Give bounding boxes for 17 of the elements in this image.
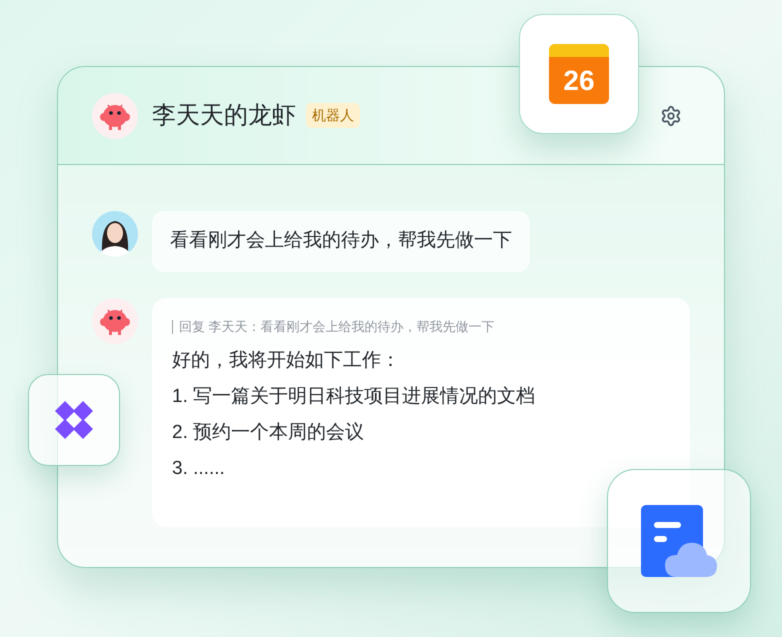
settings-icon[interactable] (660, 104, 682, 126)
message-line: 3. ...... (172, 456, 226, 480)
robot-avatar (92, 92, 138, 138)
calendar-app-tile[interactable]: 26 (519, 14, 639, 134)
calendar-binding (549, 44, 609, 57)
robot-avatar (92, 298, 138, 344)
message-text: 看看刚才会上给我的待办，帮我先做一下 (170, 230, 512, 251)
app-tile[interactable] (28, 374, 120, 466)
message-line: 好的，我将开始如下工作： (172, 348, 401, 372)
reply-quote: 回复 李天天：看看刚才会上给我的待办，帮我先做一下 (172, 320, 495, 334)
message-line: 1. 写一篇关于明日科技项目进展情况的文档 (172, 384, 536, 408)
cloud-docs-app-tile[interactable] (607, 469, 751, 613)
user-avatar (92, 211, 138, 257)
message-line: 2. 预约一个本周的会议 (172, 420, 366, 444)
calendar-date: 26 (562, 64, 596, 98)
chat-title: 李天天的龙虾 (152, 100, 296, 130)
bot-tag: 机器人 (306, 103, 360, 128)
